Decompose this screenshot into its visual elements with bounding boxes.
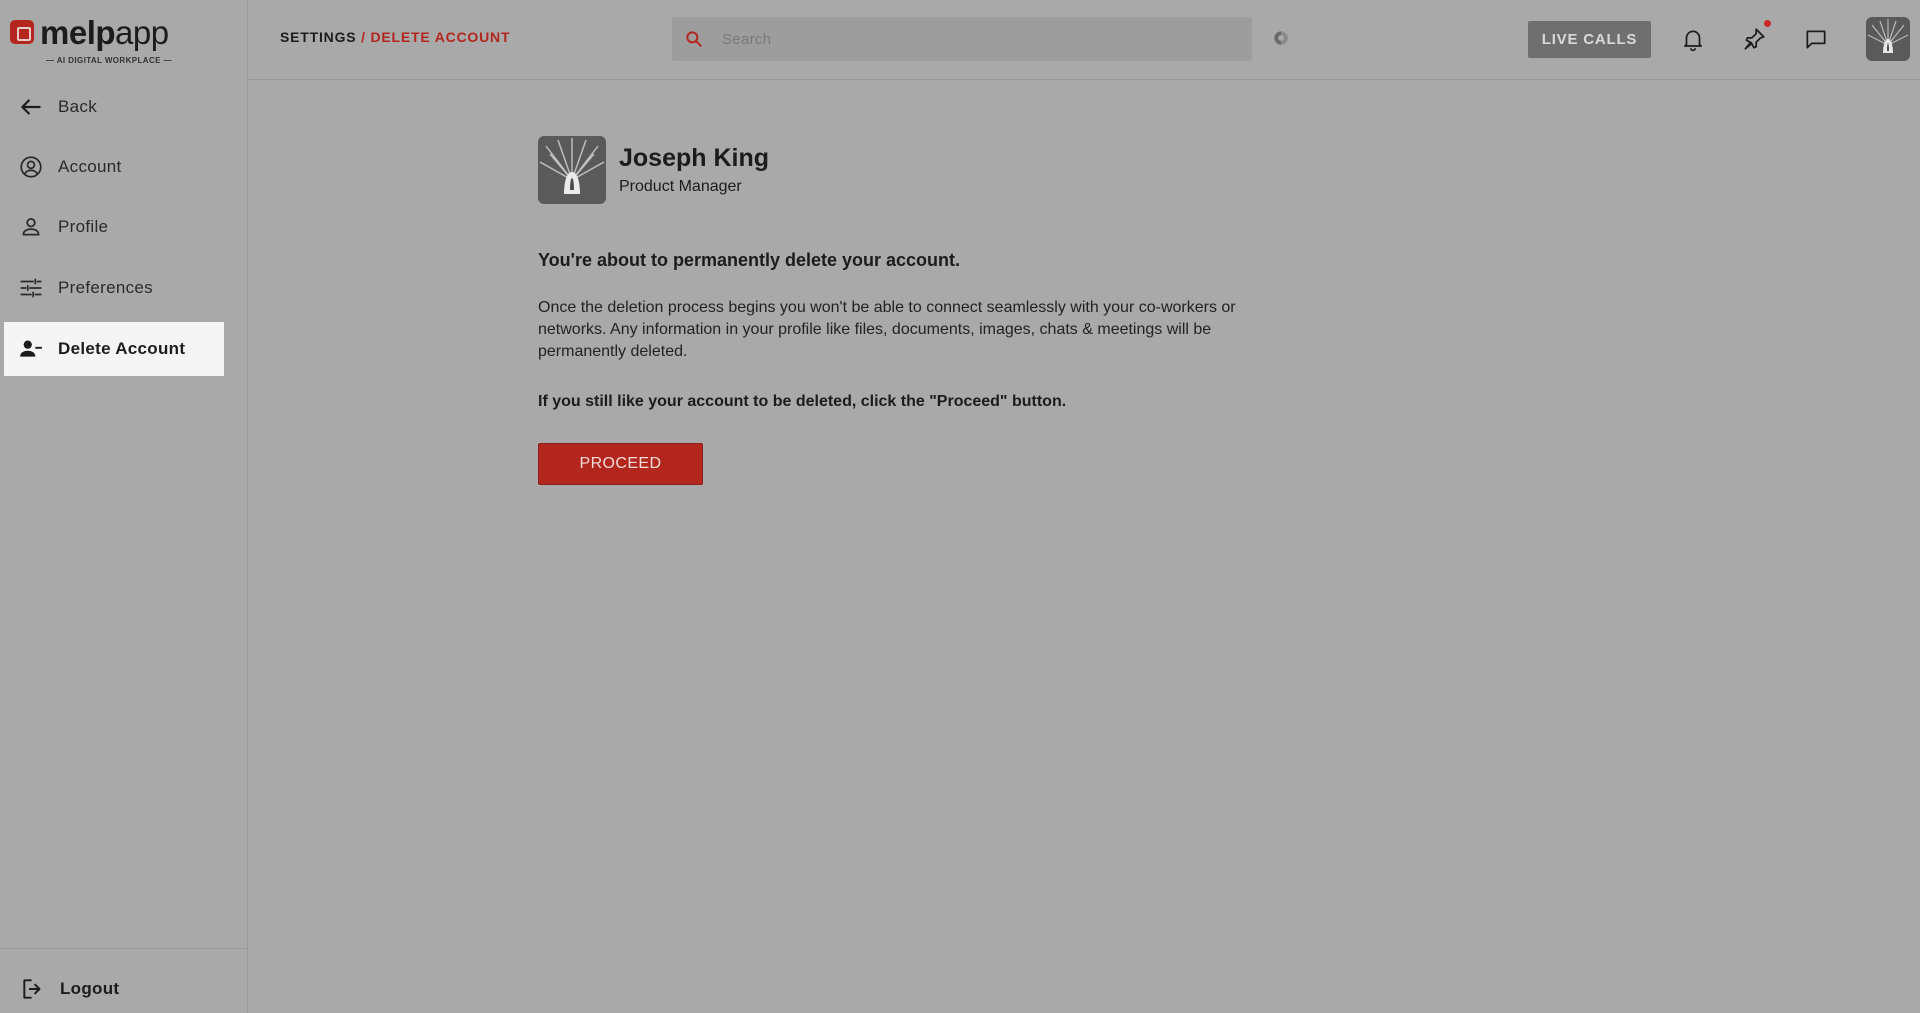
delete-warning-body: Once the deletion process begins you won… xyxy=(538,299,1236,360)
pin-icon[interactable] xyxy=(1741,26,1767,52)
person-remove-icon xyxy=(20,340,42,357)
arrow-left-icon xyxy=(21,99,41,115)
logo-text-bold: melp xyxy=(40,14,116,51)
sidebar-item-label: Profile xyxy=(58,217,109,236)
sidebar: melpapp — AI DIGITAL WORKPLACE — Back Ac… xyxy=(0,0,248,1013)
person-icon xyxy=(22,218,40,236)
search-icon xyxy=(686,31,702,47)
bell-icon[interactable] xyxy=(1680,26,1706,52)
logout-label: Logout xyxy=(60,979,120,998)
sidebar-item-label: Delete Account xyxy=(58,339,186,358)
search-bar[interactable] xyxy=(672,17,1252,61)
avatar-image xyxy=(538,136,606,204)
melp-logo[interactable]: melpapp — AI DIGITAL WORKPLACE — xyxy=(10,14,200,68)
notification-dot xyxy=(1764,20,1771,27)
chat-icon[interactable] xyxy=(1803,26,1829,52)
breadcrumb-root[interactable]: SETTINGS xyxy=(280,29,356,45)
instruction-text-pre: If you still like your account to be del… xyxy=(538,393,930,410)
sidebar-divider xyxy=(0,948,248,949)
instruction-text-bold: "Proceed" xyxy=(929,393,1008,410)
back-label: Back xyxy=(58,97,97,116)
breadcrumb-separator: / xyxy=(356,29,371,45)
sidebar-item-preferences[interactable]: Preferences xyxy=(4,261,224,315)
sidebar-item-label: Account xyxy=(58,157,122,176)
logout-icon xyxy=(23,979,41,999)
sidebar-item-label: Preferences xyxy=(58,278,153,297)
sidebar-item-account[interactable]: Account xyxy=(4,140,224,194)
instruction-text-post: button. xyxy=(1007,393,1067,410)
sidebar-item-delete-account[interactable]: Delete Account xyxy=(4,322,224,376)
top-bar: SETTINGS / DELETE ACCOUNT LIVE CALLS xyxy=(248,0,1920,80)
sidebar-item-profile[interactable]: Profile xyxy=(4,200,224,254)
profile-role: Product Manager xyxy=(619,178,742,195)
account-circle-icon xyxy=(20,156,42,178)
profile-avatar xyxy=(538,136,606,204)
delete-warning-heading: You're about to permanently delete your … xyxy=(538,250,961,270)
theme-toggle-icon[interactable] xyxy=(1271,28,1291,48)
logo-text-light: app xyxy=(115,14,169,51)
avatar-image xyxy=(1866,17,1910,61)
live-calls-button[interactable]: LIVE CALLS xyxy=(1528,21,1651,58)
sliders-icon xyxy=(20,278,42,298)
breadcrumb-current: DELETE ACCOUNT xyxy=(370,29,511,45)
profile-name: Joseph King xyxy=(619,144,770,172)
user-avatar[interactable] xyxy=(1866,17,1910,61)
logout-button[interactable]: Logout xyxy=(8,962,228,1013)
proceed-button[interactable]: PROCEED xyxy=(538,443,703,485)
search-input[interactable] xyxy=(722,30,1222,48)
logo-tagline: — AI DIGITAL WORKPLACE — xyxy=(46,56,172,65)
delete-instruction: If you still like your account to be del… xyxy=(538,393,1066,411)
back-button[interactable]: Back xyxy=(4,80,224,134)
logo-mark-icon xyxy=(10,20,34,44)
logo-text: melpapp xyxy=(40,14,169,52)
breadcrumb: SETTINGS / DELETE ACCOUNT xyxy=(280,29,510,45)
